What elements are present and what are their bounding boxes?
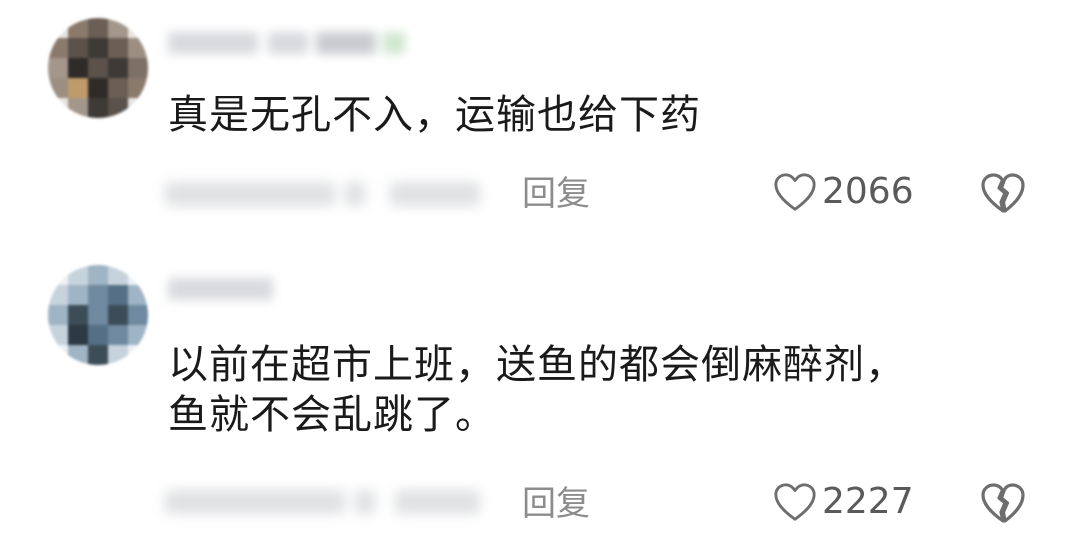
like-count: 2066 xyxy=(822,171,914,212)
comment-text: 以前在超市上班，送鱼的都会倒麻醉剂， 鱼就不会乱跳了。 xyxy=(168,340,906,440)
heart-outline-icon xyxy=(774,483,816,521)
comment-item: 以前在超市上班，送鱼的都会倒麻醉剂， 鱼就不会乱跳了。 回复 2227 xyxy=(0,250,1080,550)
comment-text-line: 真是无孔不入，运输也给下药 xyxy=(168,92,701,138)
username-redacted[interactable] xyxy=(168,270,278,310)
username-redacted[interactable] xyxy=(168,24,408,64)
comment-text-line: 鱼就不会乱跳了。 xyxy=(168,392,496,438)
dislike-button[interactable] xyxy=(978,170,1028,220)
dislike-button[interactable] xyxy=(978,480,1028,530)
comment-text-line: 以前在超市上班，送鱼的都会倒麻醉剂， xyxy=(168,342,906,388)
reply-button[interactable]: 回复 xyxy=(522,484,590,524)
timestamp-redacted xyxy=(165,480,485,524)
comment-item: 真是无孔不入，运输也给下药 回复 2066 xyxy=(0,0,1080,250)
like-count: 2227 xyxy=(822,481,914,522)
avatar[interactable] xyxy=(48,265,148,365)
like-button[interactable]: 2227 xyxy=(772,480,914,524)
broken-heart-icon xyxy=(981,173,1025,213)
comment-text: 真是无孔不入，运输也给下药 xyxy=(168,90,701,140)
like-button[interactable]: 2066 xyxy=(772,170,914,214)
avatar[interactable] xyxy=(48,18,148,118)
heart-outline-icon xyxy=(774,173,816,211)
reply-button[interactable]: 回复 xyxy=(522,174,590,214)
timestamp-redacted xyxy=(165,172,485,216)
broken-heart-icon xyxy=(981,483,1025,523)
